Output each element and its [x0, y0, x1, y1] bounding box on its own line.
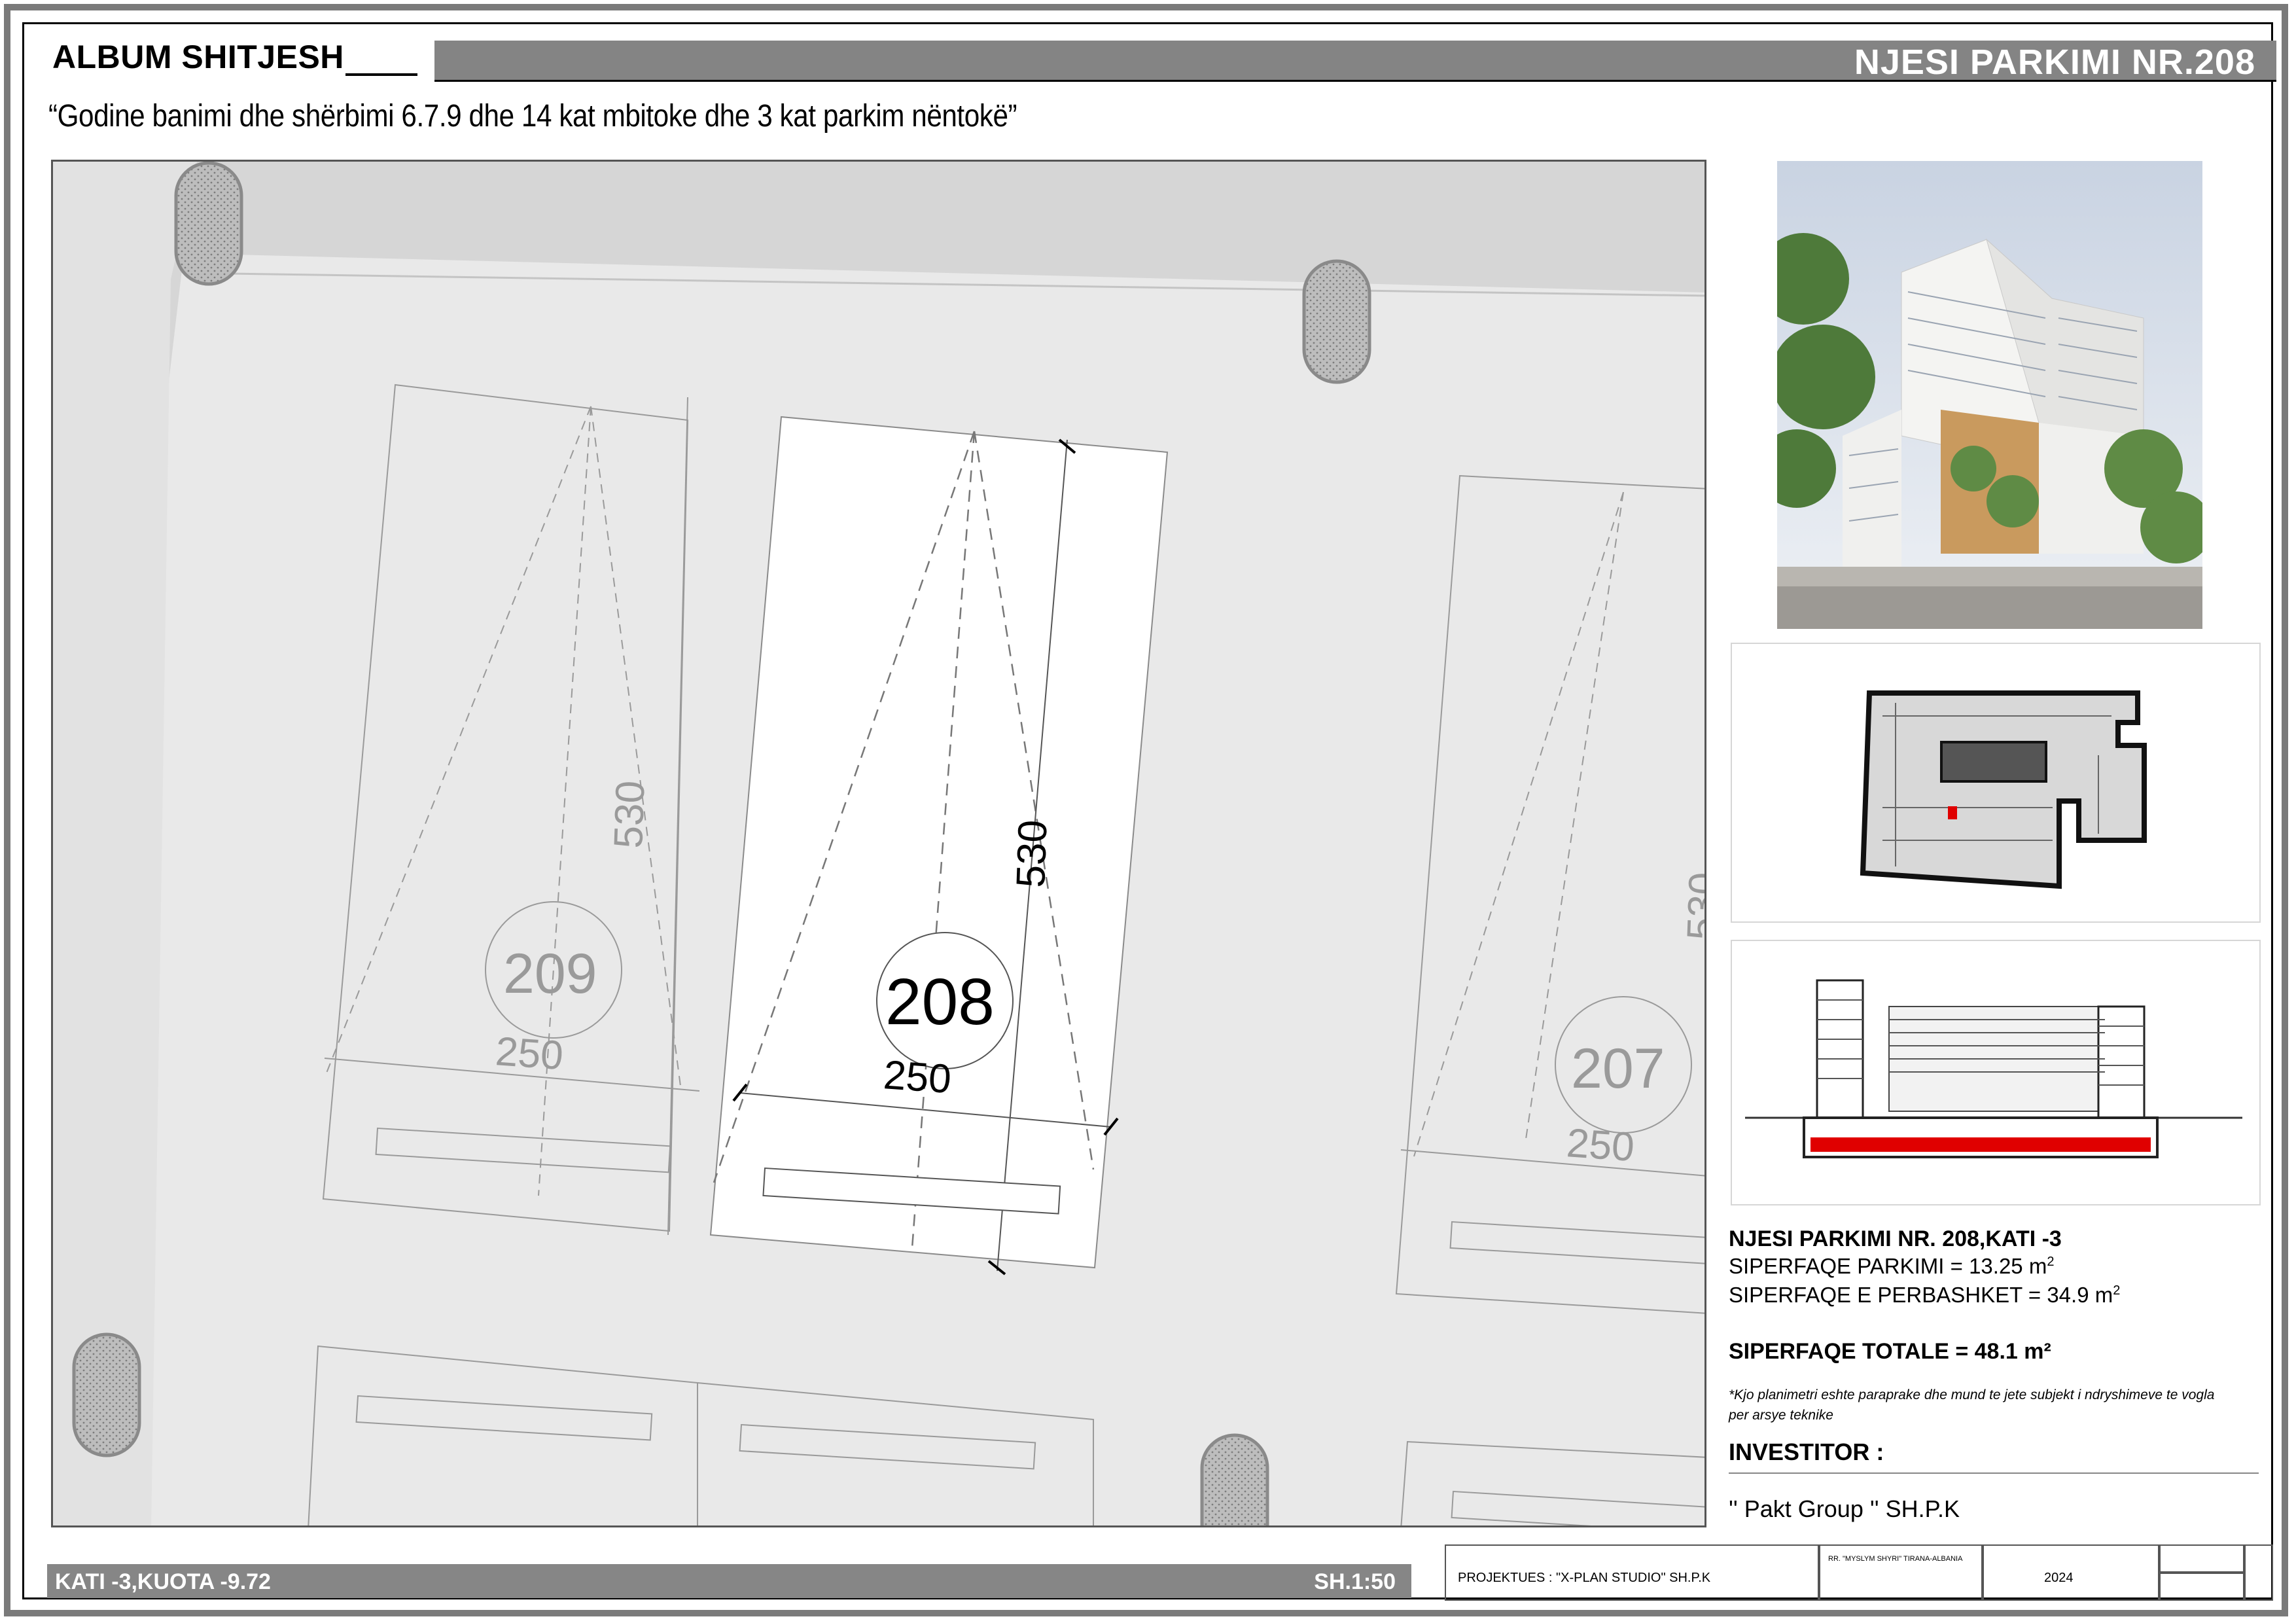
spot-208-width: 250 [882, 1052, 953, 1102]
total-area: SIPERFAQE TOTALE = 48.1 m² [1729, 1339, 2051, 1364]
unit-title-bar: NJESI PARKIMI NR.208 [434, 41, 2276, 82]
album-title: ALBUM SHITJESH [52, 39, 344, 75]
parking-spot-lower [308, 1345, 1704, 1525]
building-section [1731, 940, 2261, 1205]
spot-207-length: 530 [1679, 872, 1706, 941]
floor-plan-drawing: 209 530 250 207 530 250 208 530 250 [53, 162, 1706, 1525]
column [174, 162, 243, 286]
spot-209-number: 209 [503, 942, 597, 1005]
title-block-cell [2244, 1544, 2273, 1601]
designer-cell: PROJEKTUES : "X-PLAN STUDIO" SH.P.K [1445, 1544, 1819, 1601]
disclaimer-note: *Kjo planimetri eshte paraprake dhe mund… [1729, 1387, 2215, 1423]
floor-level-bar: KATI -3,KUOTA -9.72 SH.1:50 [47, 1564, 1411, 1598]
building-render [1777, 161, 2202, 629]
title-underline [434, 80, 2276, 82]
investor-name: '' Pakt Group '' SH.P.K [1729, 1495, 1960, 1522]
column [1200, 1433, 1269, 1525]
parking-spot-208 [709, 416, 1169, 1275]
spot-208-number: 208 [885, 965, 995, 1039]
designer-name: PROJEKTUES : "X-PLAN STUDIO" SH.P.K [1458, 1571, 1711, 1585]
parking-floor-plan: 209 530 250 207 530 250 208 530 250 [51, 160, 1706, 1527]
info-title: NJESI PARKIMI NR. 208,KATI -3 [1729, 1226, 2062, 1251]
highlighted-floor [1810, 1137, 2151, 1152]
parking-spot-207 [1395, 474, 1704, 1314]
title-block-cell [2159, 1573, 2244, 1601]
address: RR. "MYSLYM SHYRI" TIRANA-ALBANIA [1828, 1555, 1963, 1563]
investor-divider [1729, 1472, 2259, 1474]
unit-title: NJESI PARKIMI NR.208 [1854, 43, 2255, 82]
title-block-cell [2159, 1544, 2244, 1573]
spot-207-number: 207 [1571, 1037, 1665, 1100]
side-band [53, 162, 197, 1525]
spot-208-length: 530 [1008, 819, 1056, 889]
floor-level: KATI -3,KUOTA -9.72 [55, 1569, 271, 1594]
column [72, 1332, 141, 1457]
parking-area-unit-exponent: 2 [2047, 1255, 2055, 1269]
investor-label: INVESTITOR : [1729, 1438, 1884, 1465]
spot-207-width: 250 [1565, 1120, 1636, 1170]
shared-area: SIPERFAQE E PERBASHKET = 34.9 m [1729, 1283, 2113, 1307]
album-title-blank [345, 73, 417, 76]
parking-area: SIPERFAQE PARKIMI = 13.25 m [1729, 1254, 2047, 1278]
shared-area-line: SIPERFAQE E PERBASHKET = 34.9 m2 [1729, 1283, 2120, 1308]
column [1302, 259, 1371, 384]
address-cell: RR. "MYSLYM SHYRI" TIRANA-ALBANIA [1819, 1544, 1983, 1601]
spot-209-width: 250 [494, 1029, 565, 1079]
shared-area-unit-exponent: 2 [2113, 1283, 2121, 1298]
year-cell: 2024 [1983, 1544, 2159, 1601]
spot-209-length: 530 [606, 780, 654, 849]
year: 2024 [2044, 1571, 2074, 1585]
highlighted-spot-marker [1948, 806, 1957, 819]
drawing-scale: SH.1:50 [1314, 1569, 1396, 1594]
key-plan [1731, 643, 2261, 923]
parking-area-line: SIPERFAQE PARKIMI = 13.25 m2 [1729, 1254, 2054, 1279]
project-subtitle: “Godine banimi dhe shërbimi 6.7.9 dhe 14… [48, 99, 1017, 134]
